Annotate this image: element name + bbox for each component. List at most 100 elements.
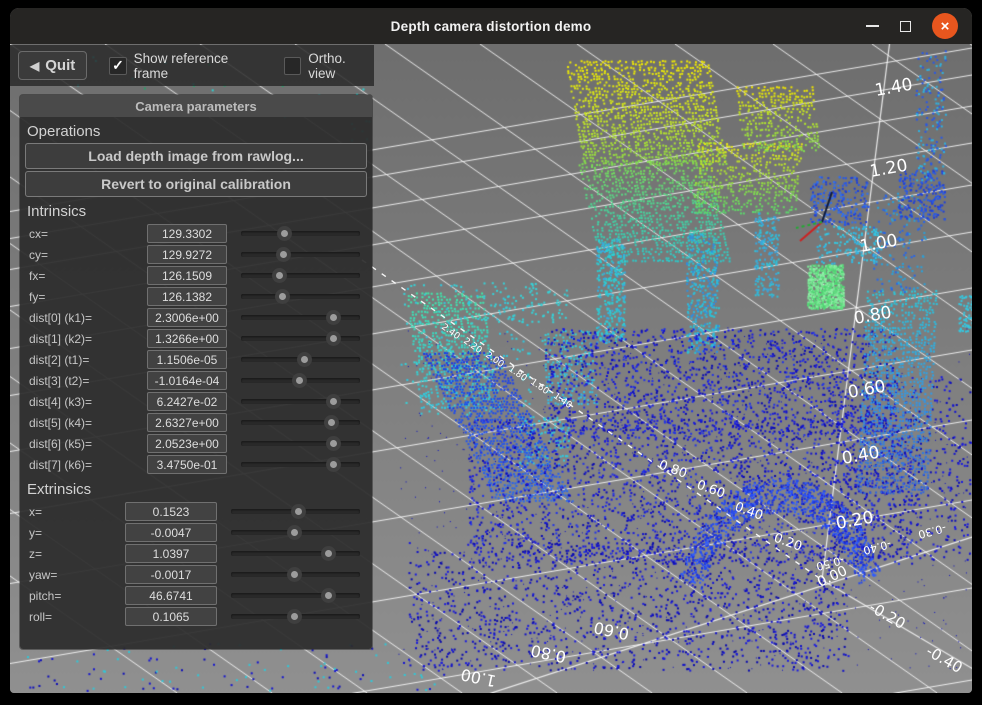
param-value[interactable]: 126.1509 [147,266,227,285]
slider-knob[interactable] [297,352,312,367]
maximize-icon[interactable] [900,21,911,32]
revert-calibration-button[interactable]: Revert to original calibration [25,171,367,197]
param-slider[interactable] [240,352,363,367]
slider-knob[interactable] [291,504,306,519]
slider-knob[interactable] [272,268,287,283]
slider-track[interactable] [241,336,360,341]
param-slider[interactable] [230,588,363,603]
section-intrinsics: Intrinsics [27,203,366,220]
param-row: dist[4] (k3)=6.2427e-02 [20,391,372,412]
checkbox-show-reference-frame[interactable]: ✓ Show reference frame [109,51,262,81]
param-slider[interactable] [240,289,363,304]
slider-track[interactable] [241,441,360,446]
intrinsics-rows: cx=129.3302cy=129.9272fx=126.1509fy=126.… [20,223,372,475]
slider-knob[interactable] [287,567,302,582]
param-value[interactable]: -0.0047 [125,523,217,542]
slider-track[interactable] [241,420,360,425]
param-value[interactable]: 129.3302 [147,224,227,243]
param-label: dist[7] (k6)= [29,458,147,472]
param-row: dist[0] (k1)=2.3006e+00 [20,307,372,328]
slider-track[interactable] [241,462,360,467]
param-value[interactable]: -0.0017 [125,565,217,584]
slider-knob[interactable] [326,331,341,346]
title-bar[interactable]: Depth camera distortion demo × [10,8,972,44]
slider-track[interactable] [241,315,360,320]
param-value[interactable]: 46.6741 [125,586,217,605]
close-icon[interactable]: × [932,13,958,39]
checkbox-icon[interactable]: ✓ [109,57,126,75]
param-label: pitch= [29,589,125,603]
param-row: dist[2] (t1)=1.1506e-05 [20,349,372,370]
param-slider[interactable] [240,373,363,388]
slider-knob[interactable] [321,588,336,603]
panel-title[interactable]: Camera parameters [20,95,372,117]
slider-track[interactable] [231,551,360,556]
checkbox-ortho-view[interactable]: Ortho. view [284,51,374,81]
param-value[interactable]: 2.0523e+00 [147,434,227,453]
param-value[interactable]: 1.3266e+00 [147,329,227,348]
param-row: x=0.1523 [20,501,372,522]
slider-knob[interactable] [326,394,341,409]
slider-track[interactable] [241,252,360,257]
param-slider[interactable] [230,525,363,540]
param-slider[interactable] [230,609,363,624]
param-slider[interactable] [240,457,363,472]
slider-knob[interactable] [292,373,307,388]
param-slider[interactable] [240,331,363,346]
param-row: fy=126.1382 [20,286,372,307]
param-value[interactable]: 129.9272 [147,245,227,264]
param-value[interactable]: 2.3006e+00 [147,308,227,327]
slider-track[interactable] [241,294,360,299]
slider-knob[interactable] [324,415,339,430]
param-slider[interactable] [240,310,363,325]
param-value[interactable]: 0.1523 [125,502,217,521]
param-value[interactable]: -1.0164e-04 [147,371,227,390]
param-value[interactable]: 6.2427e-02 [147,392,227,411]
param-value[interactable]: 3.4750e-01 [147,455,227,474]
param-slider[interactable] [240,394,363,409]
param-row: z=1.0397 [20,543,372,564]
param-slider[interactable] [240,415,363,430]
slider-knob[interactable] [287,609,302,624]
slider-knob[interactable] [287,525,302,540]
param-slider[interactable] [240,436,363,451]
slider-knob[interactable] [326,310,341,325]
window-title: Depth camera distortion demo [10,8,972,44]
slider-knob[interactable] [326,457,341,472]
param-slider[interactable] [230,504,363,519]
param-row: fx=126.1509 [20,265,372,286]
slider-track[interactable] [241,399,360,404]
slider-track[interactable] [231,593,360,598]
param-slider[interactable] [240,268,363,283]
slider-knob[interactable] [277,226,292,241]
param-row: yaw=-0.0017 [20,564,372,585]
minimize-icon[interactable] [866,25,879,27]
slider-knob[interactable] [326,436,341,451]
param-label: cx= [29,227,147,241]
param-slider[interactable] [240,226,363,241]
load-depth-image-button[interactable]: Load depth image from rawlog... [25,143,367,169]
slider-knob[interactable] [276,247,291,262]
param-value[interactable]: 2.6327e+00 [147,413,227,432]
param-value[interactable]: 1.0397 [125,544,217,563]
checkbox-label: Show reference frame [134,51,262,81]
param-label: fx= [29,269,147,283]
param-row: cy=129.9272 [20,244,372,265]
slider-track[interactable] [241,231,360,236]
quit-button[interactable]: ◀ Quit [18,51,87,80]
param-value[interactable]: 0.1065 [125,607,217,626]
param-value[interactable]: 126.1382 [147,287,227,306]
param-slider[interactable] [240,247,363,262]
param-label: dist[4] (k3)= [29,395,147,409]
checkbox-icon[interactable] [284,57,301,75]
param-slider[interactable] [230,546,363,561]
param-row: dist[7] (k6)=3.4750e-01 [20,454,372,475]
param-slider[interactable] [230,567,363,582]
param-value[interactable]: 1.1506e-05 [147,350,227,369]
param-label: fy= [29,290,147,304]
slider-knob[interactable] [275,289,290,304]
app-window: 1.401.201.000.800.600.400.200.001.000.80… [10,8,972,693]
param-row: cx=129.3302 [20,223,372,244]
slider-knob[interactable] [321,546,336,561]
slider-track[interactable] [241,273,360,278]
